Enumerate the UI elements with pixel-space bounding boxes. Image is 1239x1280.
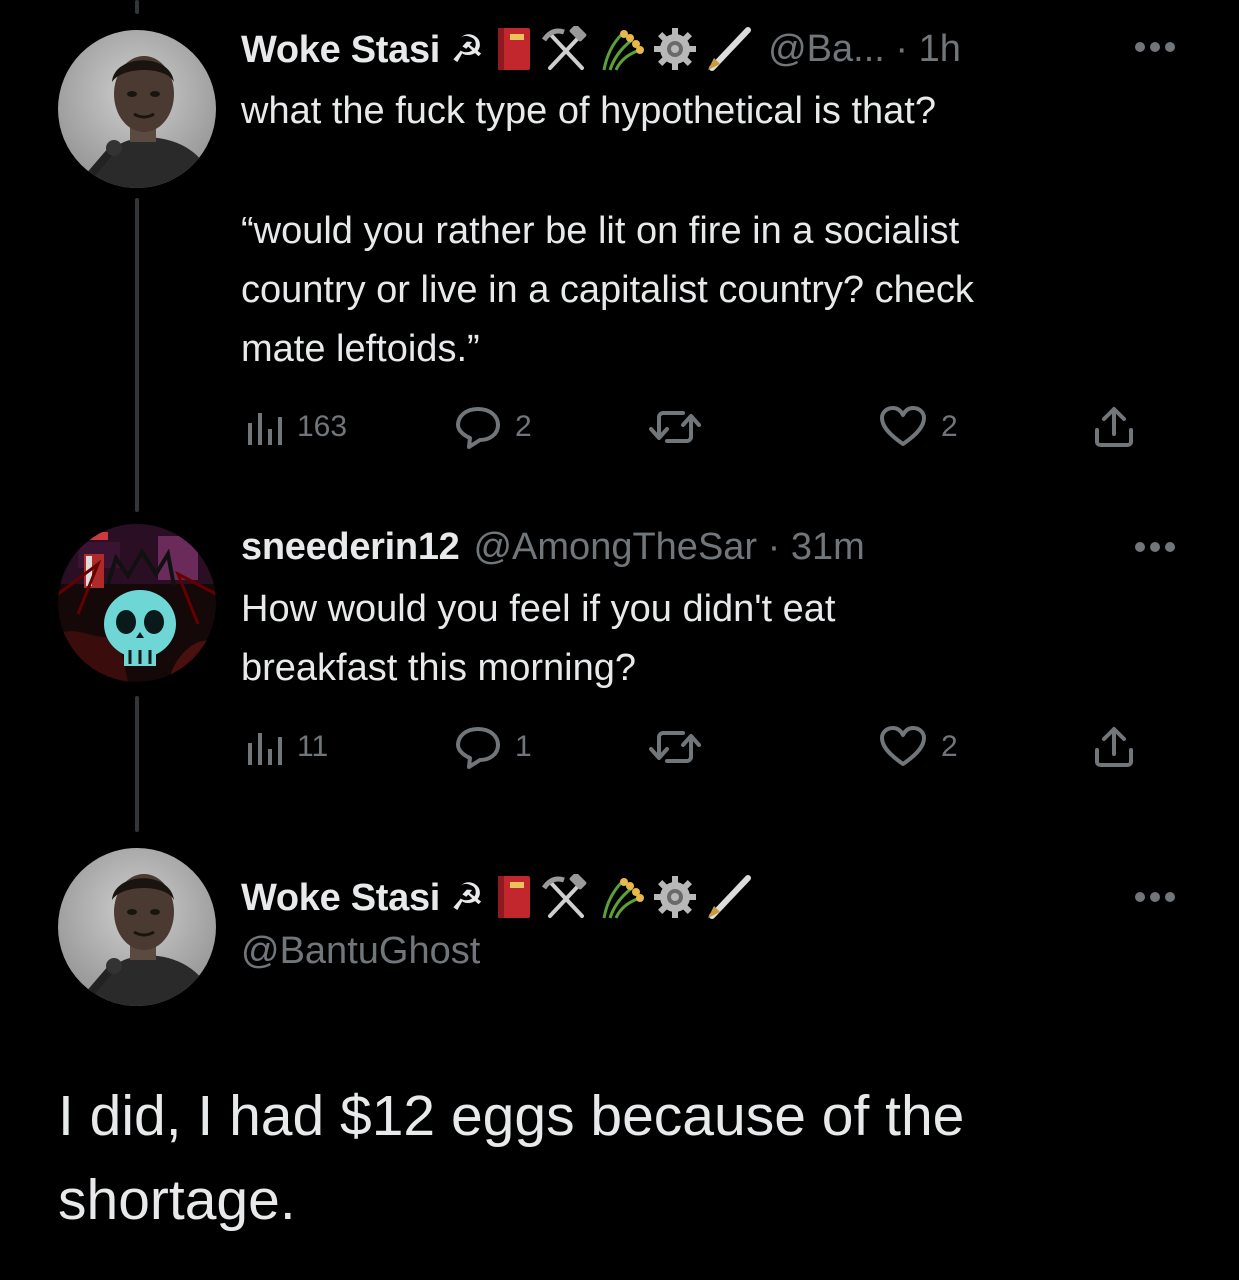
like-count: 2	[941, 410, 958, 443]
gear-emoji	[654, 876, 697, 918]
share-upload-icon	[1095, 727, 1133, 767]
action-bar: 163 2 2	[241, 404, 1141, 450]
sheaf-of-rice-emoji	[602, 878, 645, 919]
hammer-and-pick-emoji	[542, 874, 587, 918]
heart-icon	[880, 406, 926, 446]
avatar[interactable]	[58, 848, 216, 1006]
reply-button[interactable]: 2	[455, 404, 532, 450]
retweet-arrows-icon	[649, 411, 701, 443]
action-bar: 11 1 2	[241, 724, 1141, 770]
like-count: 2	[941, 730, 958, 763]
retweet-button[interactable]	[649, 724, 715, 770]
thread-line-1	[135, 198, 139, 512]
more-dots-icon[interactable]	[1133, 890, 1177, 904]
display-name[interactable]: Woke Stasi ☭	[241, 27, 484, 72]
more-dots-icon[interactable]	[1133, 40, 1177, 54]
reply-button[interactable]: 1	[455, 724, 532, 770]
thread-line-2	[135, 696, 139, 832]
speech-bubble-icon	[456, 407, 500, 449]
avatar[interactable]	[58, 30, 216, 188]
tweet-header: Woke Stasi ☭	[241, 874, 754, 920]
handle-and-time[interactable]: @AmongTheSar · 31m	[473, 526, 864, 569]
reply-count: 1	[515, 730, 532, 763]
thread-line-top	[135, 0, 139, 14]
bar-chart-icon	[248, 413, 282, 445]
views-count: 163	[297, 410, 348, 443]
tweet-text: How would you feel if you didn't eat bre…	[241, 588, 836, 689]
handle-and-time[interactable]: @Ba... · 1h	[768, 28, 961, 71]
bar-chart-icon	[248, 733, 282, 765]
share-upload-icon	[1095, 407, 1133, 447]
tweet-header: sneederin12 @AmongTheSar · 31m	[241, 524, 865, 570]
retweet-arrows-icon	[649, 731, 701, 763]
views-button[interactable]: 11	[245, 724, 328, 770]
tweet-quote-text: “would you rather be lit on fire in a so…	[241, 210, 974, 370]
share-button[interactable]	[1093, 724, 1135, 770]
tweet-main-text: I did, I had $12 eggs because of the sho…	[58, 1084, 965, 1232]
avatar[interactable]	[58, 524, 216, 682]
like-button[interactable]: 2	[879, 724, 958, 770]
tweet-header: Woke Stasi ☭	[241, 26, 961, 72]
views-count: 11	[297, 730, 329, 763]
red-book-emoji	[498, 28, 531, 70]
heart-icon	[880, 726, 926, 766]
name-emojis	[492, 26, 754, 72]
display-name[interactable]: sneederin12	[241, 526, 460, 569]
sheaf-of-rice-emoji	[602, 30, 645, 71]
red-book-emoji	[498, 876, 531, 918]
display-name[interactable]: Woke Stasi ☭	[241, 875, 484, 920]
gear-emoji	[654, 28, 697, 70]
reply-count: 2	[515, 410, 532, 443]
views-button[interactable]: 163	[245, 404, 347, 450]
like-button[interactable]: 2	[879, 404, 958, 450]
handle[interactable]: @BantuGhost	[241, 930, 480, 973]
fountain-pen-emoji	[708, 875, 752, 919]
retweet-button[interactable]	[649, 404, 715, 450]
more-dots-icon[interactable]	[1133, 540, 1177, 554]
tweet-text: what the fuck type of hypothetical is th…	[241, 90, 936, 132]
speech-bubble-icon	[456, 727, 500, 769]
name-emojis	[492, 874, 754, 920]
share-button[interactable]	[1093, 404, 1135, 450]
hammer-and-pick-emoji	[542, 26, 587, 70]
fountain-pen-emoji	[708, 27, 752, 71]
